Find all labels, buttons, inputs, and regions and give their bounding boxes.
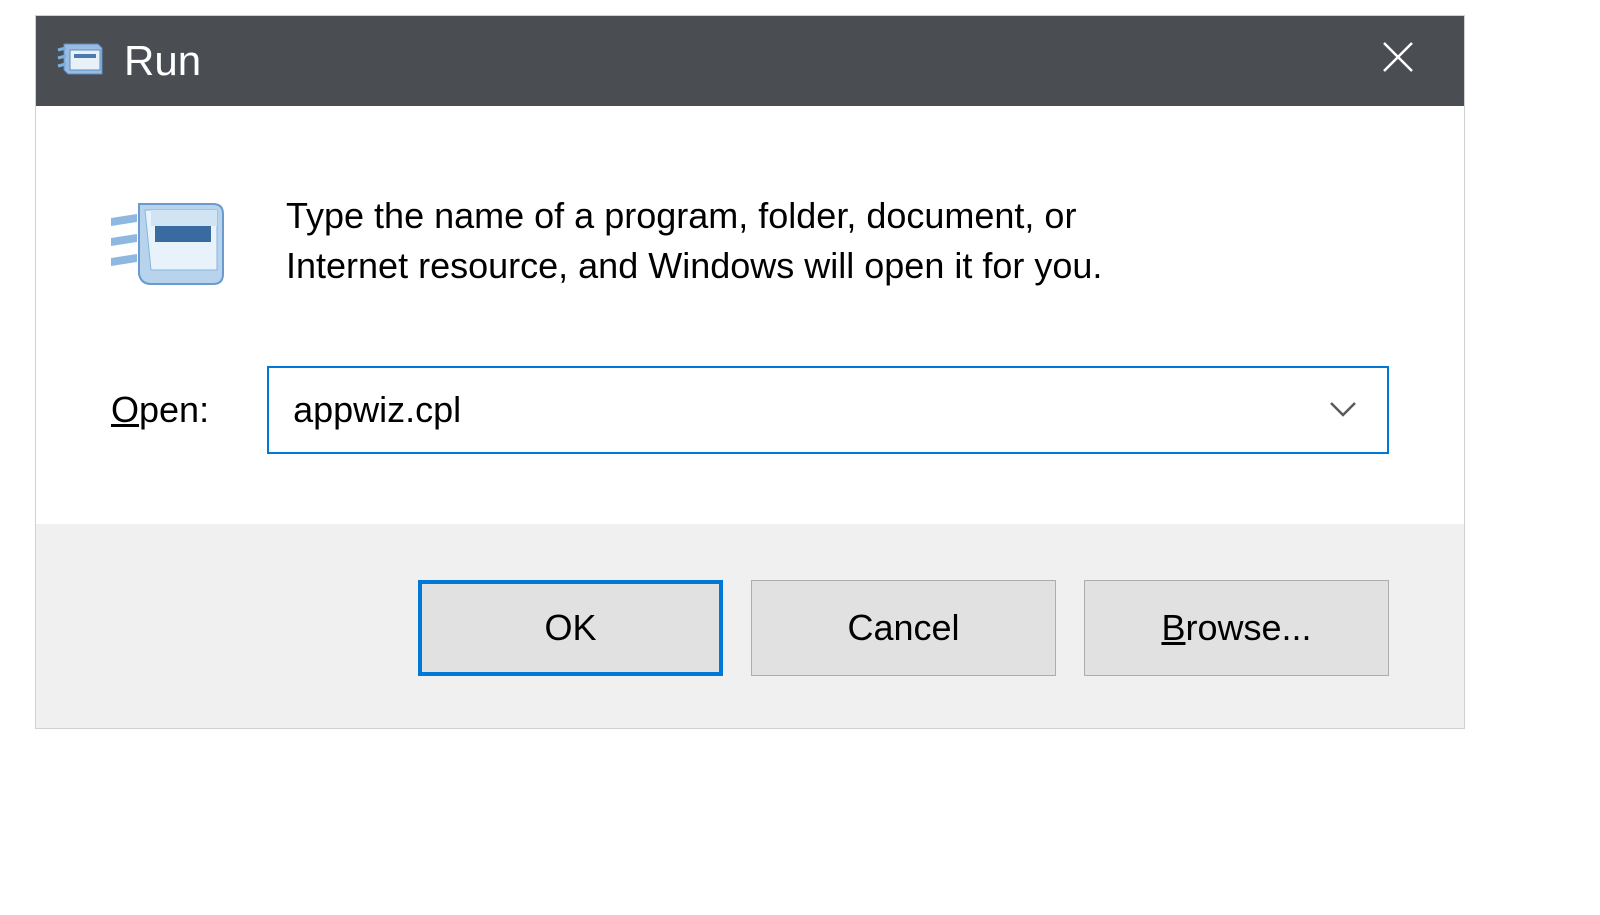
- open-label: Open:: [111, 389, 209, 431]
- open-input-row: Open:: [111, 366, 1389, 454]
- chevron-down-icon[interactable]: [1329, 401, 1387, 419]
- run-icon: [111, 196, 231, 301]
- cancel-button-label: Cancel: [847, 607, 959, 649]
- open-input[interactable]: [269, 368, 1329, 452]
- ok-button-label: OK: [544, 607, 596, 649]
- button-bar: OK Cancel Browse...: [36, 524, 1464, 728]
- close-icon: [1380, 36, 1416, 85]
- titlebar-left: Run: [56, 37, 201, 85]
- run-dialog: Run: [35, 15, 1465, 729]
- ok-button[interactable]: OK: [418, 580, 723, 676]
- window-title: Run: [124, 37, 201, 85]
- description-text: Type the name of a program, folder, docu…: [286, 191, 1186, 292]
- close-button[interactable]: [1362, 26, 1434, 96]
- run-icon: [56, 38, 104, 85]
- browse-button[interactable]: Browse...: [1084, 580, 1389, 676]
- dialog-content: Type the name of a program, folder, docu…: [36, 106, 1464, 524]
- browse-button-label: Browse...: [1161, 607, 1311, 649]
- open-combobox[interactable]: [267, 366, 1389, 454]
- cancel-button[interactable]: Cancel: [751, 580, 1056, 676]
- titlebar[interactable]: Run: [36, 16, 1464, 106]
- info-row: Type the name of a program, folder, docu…: [111, 191, 1389, 301]
